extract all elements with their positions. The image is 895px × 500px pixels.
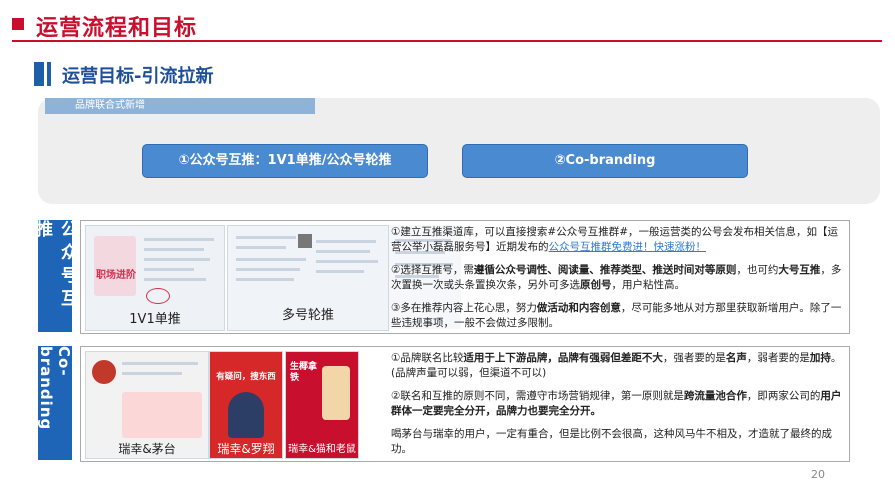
section-cross-promotion: 职场进阶 1V1单推 多号轮推 ①建立互推渠道库，可以直接搜索#公众号互推群#，… bbox=[80, 220, 850, 334]
image-caption: 瑞幸&猫和老鼠 bbox=[288, 444, 356, 455]
paragraph-2: ②联名和互推的原则不同，需遵守市场营销规律，第一原则就是跨流量池合作，即两家公司… bbox=[391, 390, 842, 417]
screenshot-multi-account-push: 多号轮推 bbox=[227, 225, 389, 331]
poster-headline: 生椰拿铁 bbox=[290, 362, 318, 383]
person-figure bbox=[228, 392, 264, 438]
screenshot-1v1-push: 职场进阶 1V1单推 bbox=[85, 225, 225, 331]
section-label-co-branding: Co-branding bbox=[37, 346, 73, 460]
avatar bbox=[92, 360, 116, 384]
paragraph-3: 喝茅台与瑞幸的用户，一定有重合，但是比例不会很高，这种风马牛不相及，才造就了最终… bbox=[391, 428, 832, 455]
subtitle-marker-thin bbox=[47, 62, 51, 86]
method-button-co-branding[interactable]: ②Co-branding bbox=[462, 144, 748, 178]
method-button-cross-promotion[interactable]: ①公众号互推：1V1单推/公众号轮推 bbox=[142, 144, 428, 178]
highlight-circle-icon bbox=[146, 288, 170, 304]
image-caption: 瑞幸&罗翔 bbox=[217, 442, 275, 456]
image-caption: 多号轮推 bbox=[281, 308, 334, 323]
panel-tab-label: 品牌联合式新增 bbox=[45, 98, 315, 114]
section-description: ①建立互推渠道库，可以直接搜索#公众号互推群#，一般运营类的公号会发布相关信息，… bbox=[391, 225, 843, 339]
paragraph-1: ①品牌联名比较适用于上下游品牌，品牌有强弱但差距不大，强者要的是名声，弱者要的是… bbox=[391, 352, 842, 379]
thumbnail-headline: 职场进阶 bbox=[96, 270, 136, 281]
page-subtitle: 运营目标-引流拉新 bbox=[62, 66, 214, 87]
page-number: 20 bbox=[811, 468, 825, 481]
article-link[interactable]: 公众号互推群免费进！快速涨粉！ bbox=[549, 241, 707, 253]
image-luckin-moutai: 瑞幸&茅台 bbox=[85, 351, 209, 459]
image-caption: 1V1单推 bbox=[129, 312, 181, 327]
section-co-branding: 瑞幸&茅台 有疑问，搜东西 瑞幸&罗翔 生椰拿铁 瑞幸&猫和老鼠 ①品牌联名比较… bbox=[80, 346, 850, 462]
image-luckin-tom-jerry: 生椰拿铁 瑞幸&猫和老鼠 bbox=[285, 351, 359, 459]
coffee-cup bbox=[322, 366, 350, 420]
title-marker bbox=[12, 18, 24, 30]
image-luckin-luoxiang: 有疑问，搜东西 瑞幸&罗翔 bbox=[209, 351, 283, 459]
qr-code-icon bbox=[298, 234, 312, 248]
paragraph-3: ③多在推荐内容上花心思，努力做活动和内容创意，尽可能多地从对方那里获取新增用户。… bbox=[391, 302, 842, 329]
title-divider bbox=[12, 40, 882, 42]
poster-headline: 有疑问，搜东西 bbox=[216, 372, 276, 382]
paragraph-1: ①建立互推渠道库，可以直接搜索#公众号互推群#，一般运营类的公号会发布相关信息，… bbox=[391, 226, 839, 253]
page-title: 运营流程和目标 bbox=[36, 16, 198, 41]
image-caption: 瑞幸&茅台 bbox=[118, 442, 176, 456]
subtitle-marker bbox=[34, 62, 44, 86]
section-description: ①品牌联名比较适用于上下游品牌，品牌有强弱但差距不大，强者要的是名声，弱者要的是… bbox=[391, 351, 843, 465]
section-label-cross-promotion: 公众号互推 bbox=[32, 220, 77, 332]
promo-banner bbox=[122, 392, 202, 438]
paragraph-2: ②选择互推号，需遵循公众号调性、阅读量、推荐类型、推送时间对等原则，也可约大号互… bbox=[391, 264, 842, 291]
